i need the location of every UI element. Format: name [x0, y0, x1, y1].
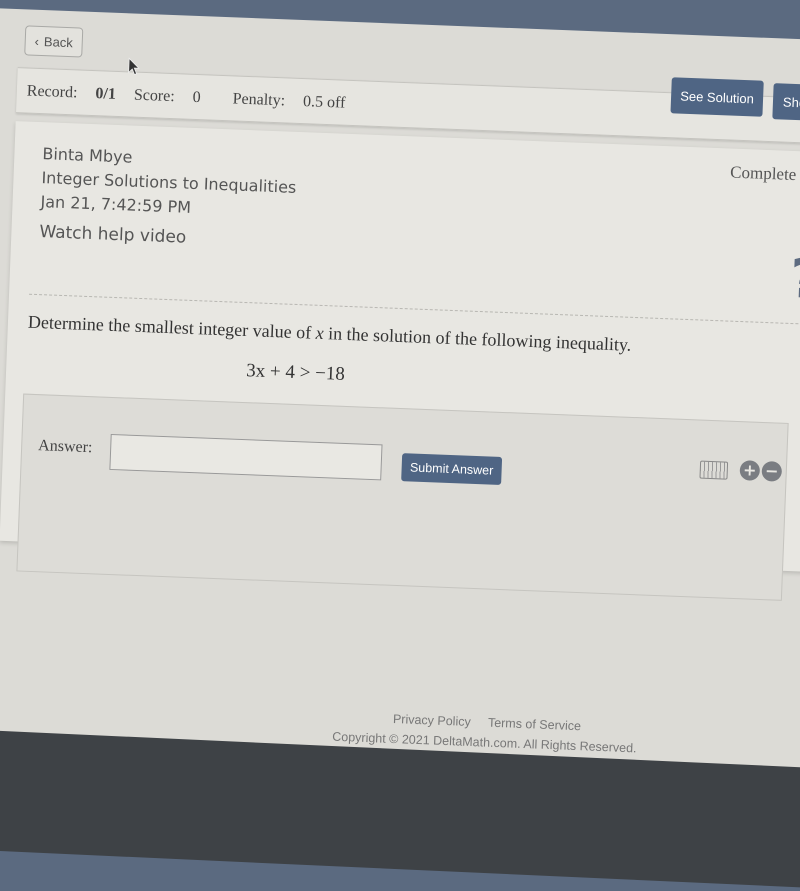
zoom-out-icon[interactable]: −: [761, 460, 783, 482]
penalty-stat: Penalty: 0.5 off: [232, 90, 359, 112]
privacy-policy-link[interactable]: Privacy Policy: [393, 712, 471, 729]
score-value: 0: [192, 88, 202, 107]
watch-help-video-link[interactable]: Watch help video: [39, 222, 187, 248]
penalty-label: Penalty:: [232, 90, 286, 110]
status-badge: Complete: [729, 162, 797, 185]
score-label: Score:: [133, 86, 176, 106]
score-stat: Score: 0: [134, 87, 215, 107]
answer-label: Answer:: [37, 437, 93, 457]
penalty-value: 0.5 off: [302, 93, 346, 112]
see-solution-button[interactable]: See Solution: [670, 77, 764, 117]
zoom-in-icon[interactable]: +: [739, 460, 761, 481]
chevron-left-icon: ‹: [34, 33, 40, 49]
submit-answer-button[interactable]: Submit Answer: [401, 453, 503, 485]
question-mark-icon[interactable]: ?: [789, 247, 800, 311]
topic-title: Integer Solutions to Inequalities: [41, 168, 297, 197]
record-summary: Record: 0/1 Score: 0 Penalty: 0.5 off: [26, 82, 373, 113]
footer-links: Privacy Policy Terms of Service: [393, 712, 596, 734]
answer-panel: Answer: Submit Answer + −: [16, 393, 789, 601]
record-label: Record:: [26, 82, 78, 102]
mouse-cursor-icon: [128, 57, 140, 76]
back-button[interactable]: ‹ Back: [24, 25, 84, 58]
student-name: Binta Mbye: [42, 144, 133, 167]
prompt-text: Determine the smallest integer value of: [27, 311, 317, 343]
prompt-text-end: in the solution of the following inequal…: [323, 323, 632, 355]
back-label: Back: [43, 33, 74, 50]
record-stat: Record: 0/1: [27, 82, 117, 102]
timestamp: Jan 21, 7:42:59 PM: [40, 192, 192, 217]
inequality-equation: 3x + 4 > −18: [245, 360, 346, 385]
answer-input[interactable]: [109, 433, 383, 481]
record-value: 0/1: [95, 85, 117, 103]
question-prompt: Determine the smallest integer value of …: [28, 312, 632, 356]
keyboard-icon[interactable]: [699, 460, 729, 480]
browser-page: ‹ Back Record: 0/1 Score: 0 Penalty: 0.5…: [0, 8, 800, 821]
show-button[interactable]: Show: [772, 83, 800, 122]
terms-of-service-link[interactable]: Terms of Service: [488, 716, 582, 734]
problem-card: Binta Mbye Integer Solutions to Inequali…: [0, 121, 800, 601]
